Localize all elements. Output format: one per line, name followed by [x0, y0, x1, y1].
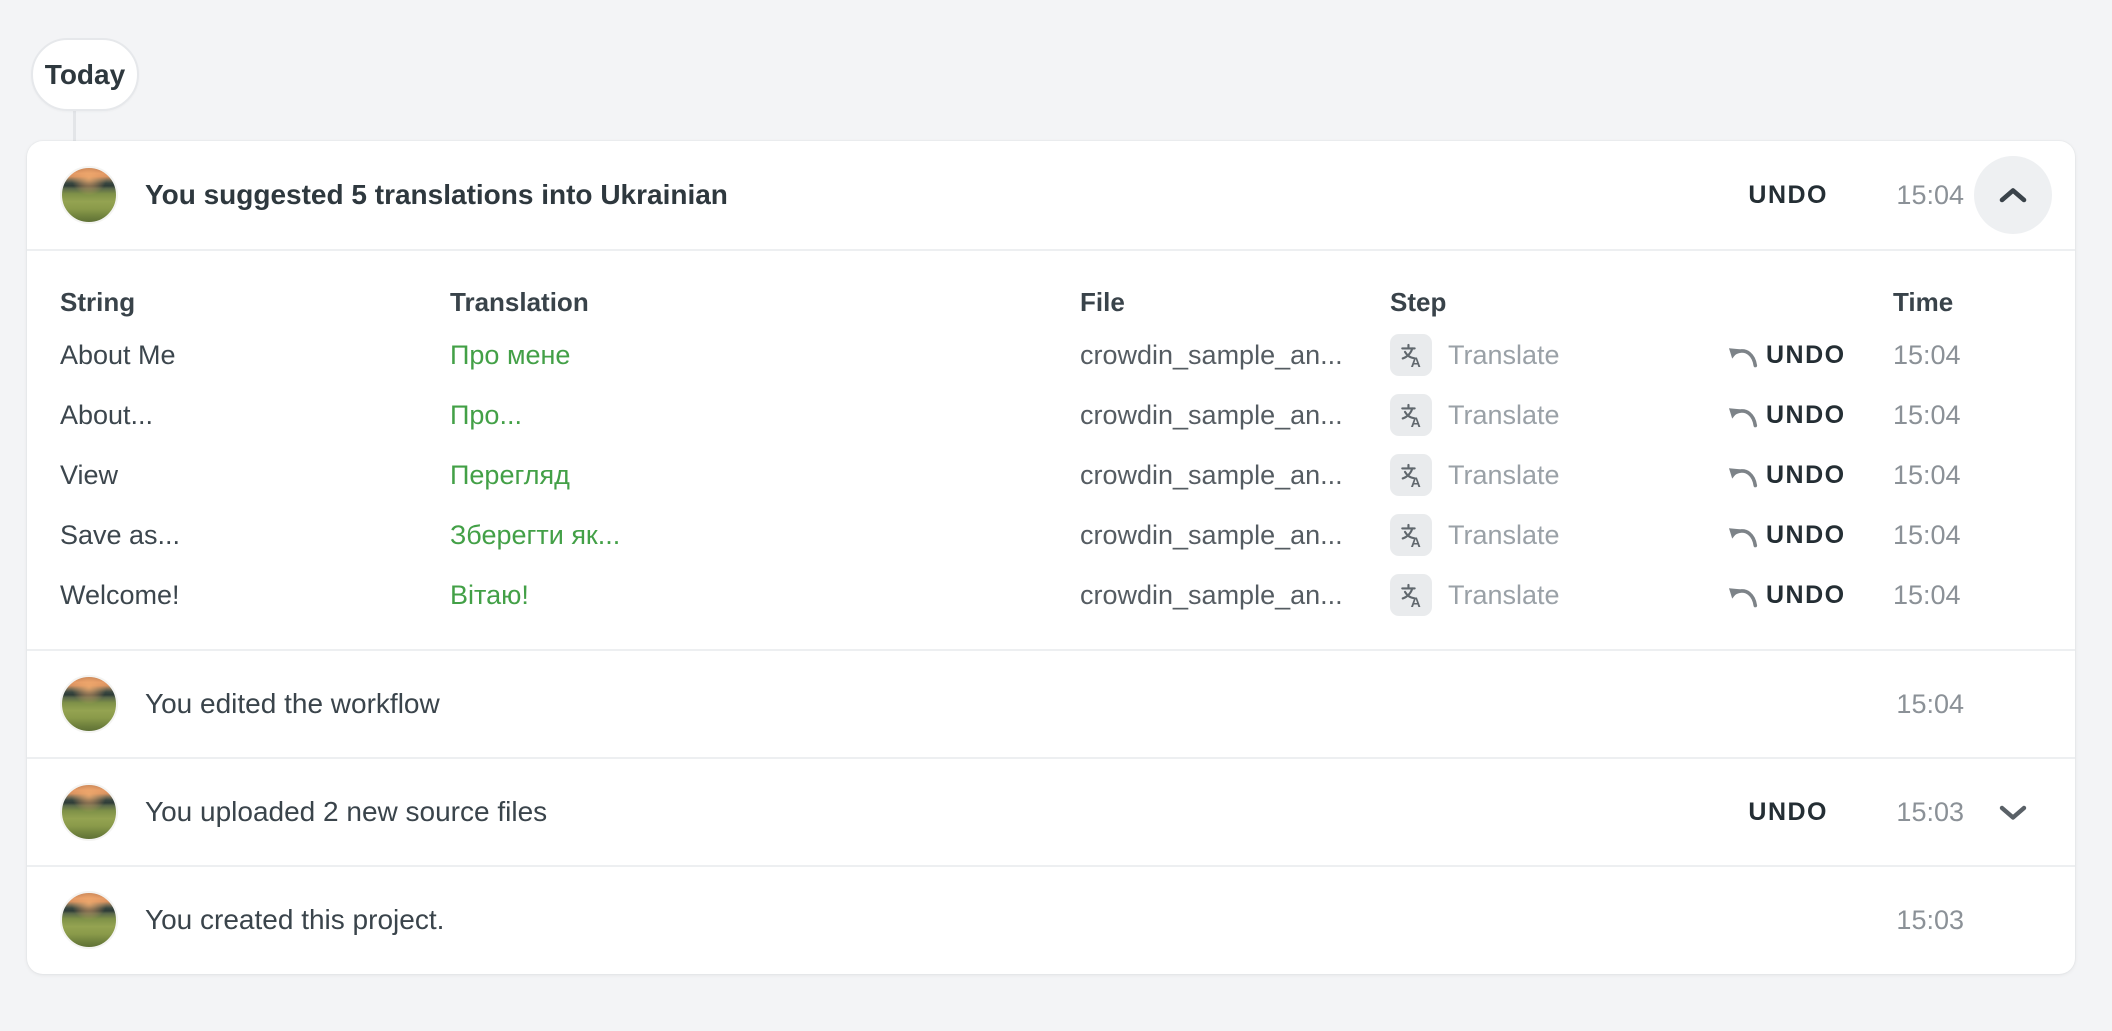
- undo-arrow-icon: [1726, 463, 1760, 488]
- step-label: Translate: [1448, 460, 1560, 491]
- event-row[interactable]: You edited the workflow 15:04: [27, 649, 2075, 757]
- undo-label: UNDO: [1766, 521, 1846, 550]
- table-header-row: String Translation File Step Time: [60, 279, 2042, 325]
- date-label: Today: [45, 59, 125, 91]
- event-row[interactable]: You created this project. 15:03: [27, 865, 2075, 973]
- activity-time: 15:04: [1880, 180, 1964, 211]
- undo-arrow-icon: [1726, 403, 1760, 428]
- row-undo-button[interactable]: UNDO: [1726, 521, 1893, 550]
- step-label: Translate: [1448, 400, 1560, 431]
- table-row: About... Про... crowdin_sample_an... Tra…: [60, 385, 2042, 445]
- avatar: [60, 891, 118, 949]
- expand-button[interactable]: [1974, 773, 2052, 851]
- event-time: 15:03: [1880, 905, 1964, 936]
- string-cell: About...: [60, 400, 450, 431]
- avatar: [60, 783, 118, 841]
- translate-icon: [1390, 514, 1432, 556]
- file-cell: crowdin_sample_an...: [1080, 580, 1390, 611]
- undo-arrow-icon: [1726, 583, 1760, 608]
- row-undo-button[interactable]: UNDO: [1726, 581, 1893, 610]
- step-cell: Translate: [1390, 394, 1726, 436]
- table-row: Save as... Зберегти як... crowdin_sample…: [60, 505, 2042, 565]
- column-header-time: Time: [1893, 287, 2042, 318]
- table-row: About Me Про мене crowdin_sample_an... T…: [60, 325, 2042, 385]
- translation-cell: Перегляд: [450, 460, 1080, 491]
- undo-label: UNDO: [1766, 401, 1846, 430]
- step-label: Translate: [1448, 340, 1560, 371]
- column-header-step: Step: [1390, 287, 1726, 318]
- file-cell: crowdin_sample_an...: [1080, 340, 1390, 371]
- event-row[interactable]: You uploaded 2 new source files UNDO 15:…: [27, 757, 2075, 865]
- activity-title: You suggested 5 translations into Ukrain…: [145, 179, 728, 211]
- translation-cell: Про...: [450, 400, 1080, 431]
- row-time: 15:04: [1893, 400, 2042, 431]
- row-undo-button[interactable]: UNDO: [1726, 461, 1893, 490]
- undo-label: UNDO: [1766, 581, 1846, 610]
- string-cell: About Me: [60, 340, 450, 371]
- row-undo-button[interactable]: UNDO: [1726, 341, 1893, 370]
- event-text: You uploaded 2 new source files: [145, 796, 547, 828]
- activity-card: You suggested 5 translations into Ukrain…: [27, 141, 2075, 974]
- step-cell: Translate: [1390, 334, 1726, 376]
- undo-label: UNDO: [1766, 461, 1846, 490]
- undo-label: UNDO: [1766, 341, 1846, 370]
- table-row: Welcome! Вітаю! crowdin_sample_an... Tra…: [60, 565, 2042, 625]
- chevron-down-icon: [1998, 803, 2028, 822]
- column-header-translation: Translation: [450, 287, 1080, 318]
- row-time: 15:04: [1893, 520, 2042, 551]
- timeline-connector: [73, 106, 76, 146]
- column-header-string: String: [60, 287, 450, 318]
- step-cell: Translate: [1390, 514, 1726, 556]
- translate-icon: [1390, 334, 1432, 376]
- table-row: View Перегляд crowdin_sample_an... Trans…: [60, 445, 2042, 505]
- file-cell: crowdin_sample_an...: [1080, 460, 1390, 491]
- string-cell: View: [60, 460, 450, 491]
- undo-arrow-icon: [1726, 523, 1760, 548]
- file-cell: crowdin_sample_an...: [1080, 520, 1390, 551]
- event-time: 15:03: [1880, 797, 1964, 828]
- translate-icon: [1390, 394, 1432, 436]
- avatar: [60, 675, 118, 733]
- translate-icon: [1390, 574, 1432, 616]
- row-undo-button[interactable]: UNDO: [1726, 401, 1893, 430]
- step-cell: Translate: [1390, 454, 1726, 496]
- undo-button[interactable]: UNDO: [1748, 798, 1828, 827]
- event-time: 15:04: [1880, 689, 1964, 720]
- event-text: You created this project.: [145, 904, 444, 936]
- translation-cell: Зберегти як...: [450, 520, 1080, 551]
- file-cell: crowdin_sample_an...: [1080, 400, 1390, 431]
- step-label: Translate: [1448, 580, 1560, 611]
- column-header-file: File: [1080, 287, 1390, 318]
- translation-cell: Про мене: [450, 340, 1080, 371]
- step-label: Translate: [1448, 520, 1560, 551]
- string-cell: Welcome!: [60, 580, 450, 611]
- translation-cell: Вітаю!: [450, 580, 1080, 611]
- translations-table: String Translation File Step Time About …: [27, 249, 2075, 649]
- event-text: You edited the workflow: [145, 688, 440, 720]
- step-cell: Translate: [1390, 574, 1726, 616]
- activity-row-suggested-translations[interactable]: You suggested 5 translations into Ukrain…: [27, 141, 2075, 249]
- undo-arrow-icon: [1726, 343, 1760, 368]
- date-group-pill[interactable]: Today: [31, 38, 139, 111]
- row-time: 15:04: [1893, 340, 2042, 371]
- undo-button[interactable]: UNDO: [1748, 181, 1828, 210]
- row-time: 15:04: [1893, 460, 2042, 491]
- chevron-up-icon: [1998, 186, 2028, 205]
- row-time: 15:04: [1893, 580, 2042, 611]
- translate-icon: [1390, 454, 1432, 496]
- collapse-button[interactable]: [1974, 156, 2052, 234]
- string-cell: Save as...: [60, 520, 450, 551]
- avatar: [60, 166, 118, 224]
